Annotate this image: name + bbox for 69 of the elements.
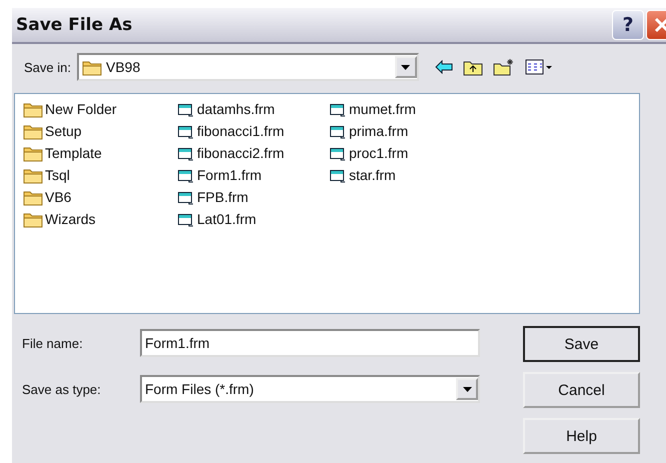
folder-icon <box>82 58 102 76</box>
file-name: Setup <box>45 123 82 139</box>
dropdown-button[interactable] <box>394 56 417 78</box>
file-name: mumet.frm <box>349 101 416 117</box>
up-folder-icon[interactable] <box>462 58 483 76</box>
file-item[interactable]: datamhs.frm <box>177 98 311 120</box>
file-name: proc1.frm <box>349 145 408 161</box>
file-item[interactable]: proc1.frm <box>329 142 449 164</box>
back-arrow-icon[interactable] <box>434 60 453 74</box>
file-name-field[interactable]: Form1.frm <box>140 329 480 357</box>
file-name: New Folder <box>45 101 117 117</box>
file-item[interactable]: mumet.frm <box>329 98 449 120</box>
file-item[interactable]: fibonacci2.frm <box>177 142 311 164</box>
form-file-icon <box>177 212 195 226</box>
folder-item[interactable]: Wizards <box>23 208 159 230</box>
form-file-icon <box>329 102 347 116</box>
new-folder-icon[interactable] <box>492 58 515 76</box>
file-name: datamhs.frm <box>197 101 275 117</box>
file-name: Lat01.frm <box>197 211 256 227</box>
save-button[interactable]: Save <box>523 326 640 362</box>
file-item[interactable]: Form1.frm <box>177 164 311 186</box>
cancel-button[interactable]: Cancel <box>523 372 640 408</box>
form-file-icon <box>177 168 195 182</box>
file-name: FPB.frm <box>197 189 248 205</box>
folder-item[interactable]: VB6 <box>23 186 159 208</box>
folder-item[interactable]: Template <box>23 142 159 164</box>
view-menu-icon[interactable] <box>524 59 553 75</box>
form-file-icon <box>329 168 347 182</box>
save-in-label: Save in: <box>24 60 71 74</box>
folder-item[interactable]: New Folder <box>23 98 159 120</box>
file-name: fibonacci1.frm <box>197 123 284 139</box>
save-as-type-dropdown[interactable]: Form Files (*.frm) <box>140 375 480 403</box>
file-name: star.frm <box>349 167 396 183</box>
file-name: Template <box>45 145 102 161</box>
folder-icon <box>23 122 43 140</box>
form-file-icon <box>329 146 347 160</box>
file-name: Tsql <box>45 167 70 183</box>
save-in-dropdown[interactable]: VB98 <box>76 53 419 81</box>
caret-icon <box>401 64 410 70</box>
form-file-icon <box>177 124 195 138</box>
dropdown-button[interactable] <box>456 378 478 400</box>
form-file-icon <box>177 146 195 160</box>
folder-icon <box>23 166 43 184</box>
file-name: VB6 <box>45 189 72 205</box>
form-file-icon <box>177 102 195 116</box>
save-as-type-label: Save as type: <box>22 382 102 396</box>
file-name: prima.frm <box>349 123 408 139</box>
folder-icon <box>23 144 43 162</box>
file-item[interactable]: Lat01.frm <box>177 208 311 230</box>
folder-item[interactable]: Tsql <box>23 164 159 186</box>
form-file-icon <box>329 124 347 138</box>
file-name: fibonacci2.frm <box>197 145 284 161</box>
close-icon <box>653 16 666 34</box>
file-item[interactable]: fibonacci1.frm <box>177 120 311 142</box>
folder-item[interactable]: Setup <box>23 120 159 142</box>
folder-icon <box>23 210 43 228</box>
folder-icon <box>23 100 43 118</box>
file-item[interactable]: FPB.frm <box>177 186 311 208</box>
file-item[interactable]: star.frm <box>329 164 449 186</box>
file-name: Wizards <box>45 211 96 227</box>
caret-icon <box>462 386 472 392</box>
help-button[interactable]: ? <box>612 10 644 40</box>
form-file-icon <box>177 190 195 204</box>
window-title: Save File As <box>16 15 132 35</box>
help-button[interactable]: Help <box>523 418 640 454</box>
file-item[interactable]: prima.frm <box>329 120 449 142</box>
file-name-label: File name: <box>22 336 84 350</box>
file-name: Form1.frm <box>197 167 262 183</box>
folder-icon <box>23 188 43 206</box>
